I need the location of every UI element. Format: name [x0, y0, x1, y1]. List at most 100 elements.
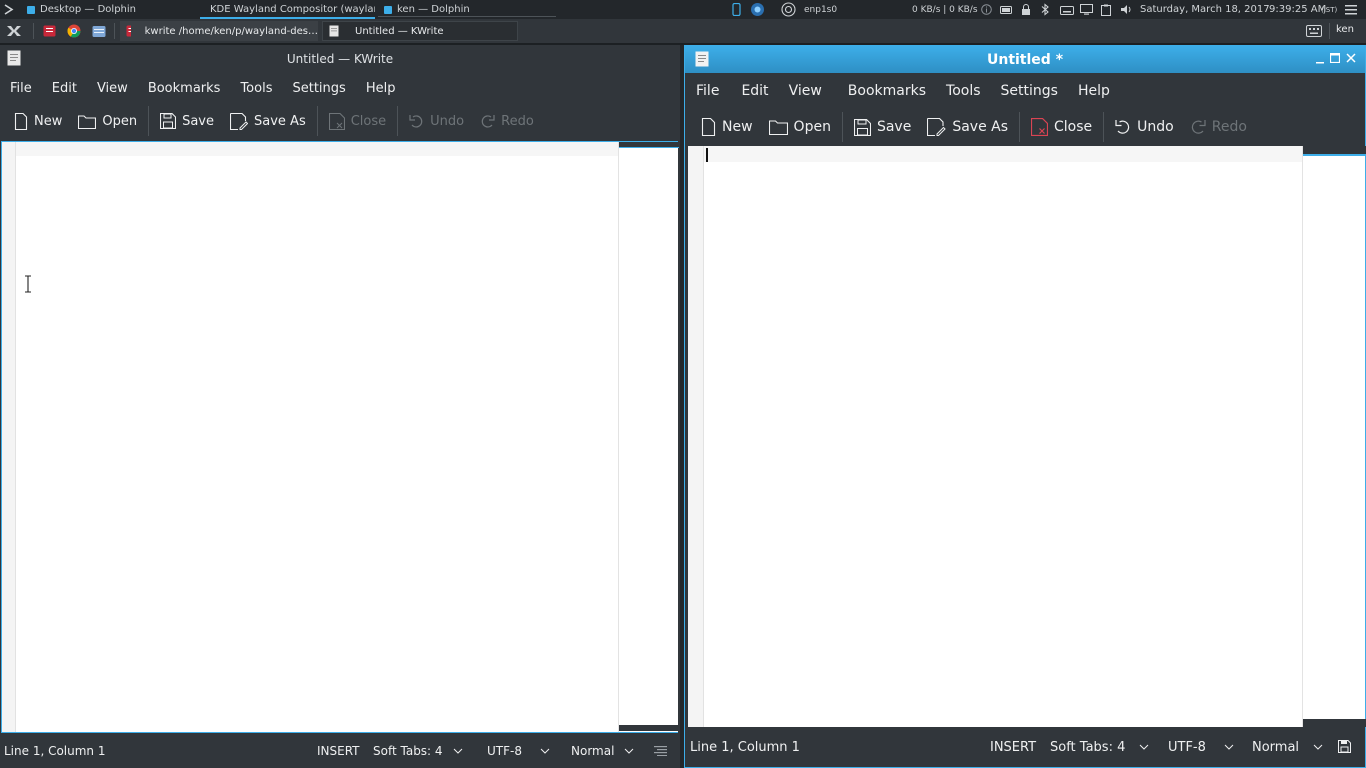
redo-button[interactable]: Redo — [472, 104, 542, 138]
close-window-icon[interactable] — [1346, 53, 1356, 63]
dolphin-icon — [384, 5, 392, 14]
menu-settings[interactable]: Settings — [282, 81, 355, 96]
volume-icon[interactable] — [1120, 0, 1133, 19]
encoding-dropdown[interactable]: UTF-8 — [487, 744, 550, 758]
new-button[interactable]: New — [6, 104, 70, 138]
hamburger-menu-icon[interactable] — [1345, 0, 1357, 19]
taskbar-item-kwrite-terminal[interactable]: kwrite /home/ken/p/wayland-des… — [120, 21, 318, 41]
window-menu-icon[interactable] — [695, 51, 709, 67]
clock-date[interactable]: Saturday, March 18, 2017 — [1140, 0, 1270, 19]
minimap-viewport-marker[interactable] — [619, 142, 679, 148]
chevron-down-icon — [453, 748, 462, 754]
open-button[interactable]: Open — [761, 109, 839, 145]
indentation-dropdown[interactable]: Soft Tabs: 4 — [1050, 740, 1149, 755]
minimap-bottom-marker — [619, 725, 679, 731]
application-launcher-icon[interactable] — [6, 23, 26, 39]
menu-file[interactable]: File — [686, 83, 729, 99]
syntax-mode-dropdown[interactable]: Normal — [1252, 740, 1323, 755]
title-bar-active[interactable]: Untitled * — [685, 46, 1365, 73]
menu-bookmarks[interactable]: Bookmarks — [832, 83, 936, 99]
chevron-down-icon — [625, 748, 634, 754]
save-as-button[interactable]: Save As — [919, 109, 1016, 145]
file-manager-icon[interactable] — [91, 23, 107, 39]
toolbar-separator — [1019, 112, 1021, 142]
menu-settings[interactable]: Settings — [991, 83, 1068, 99]
virtual-keyboard-icon[interactable] — [1306, 23, 1322, 39]
maximize-icon[interactable] — [1330, 53, 1340, 63]
new-document-icon — [14, 112, 28, 130]
chrome-icon[interactable] — [66, 23, 82, 39]
status-bar: Line 1, Column 1 INSERT Soft Tabs: 4 UTF… — [4, 740, 676, 762]
toolbar-separator — [148, 106, 150, 136]
save-as-button[interactable]: Save As — [222, 104, 314, 138]
redo-button[interactable]: Redo — [1182, 109, 1255, 145]
line-number-gutter — [688, 146, 704, 727]
main-toolbar: New Open Save Save As Close Undo Redo — [6, 104, 676, 138]
menu-help[interactable]: Help — [356, 81, 406, 96]
minimize-icon[interactable] — [1315, 54, 1325, 64]
minimap-scrollbar[interactable] — [618, 142, 679, 732]
title-bar[interactable]: Untitled — KWrite — [0, 45, 680, 72]
input-mode[interactable]: INSERT — [990, 740, 1036, 755]
chevron-down-icon — [1313, 744, 1323, 750]
folder-open-icon — [768, 120, 788, 135]
cursor-position[interactable]: Line 1, Column 1 — [690, 740, 800, 755]
browser-tray-icon[interactable] — [750, 0, 765, 19]
text-cursor-icon — [24, 275, 32, 293]
kwrite-launcher-icon[interactable] — [41, 23, 57, 39]
word-wrap-icon[interactable] — [654, 746, 667, 756]
menu-view[interactable]: View — [779, 83, 832, 99]
minimap-bottom-marker — [1303, 719, 1366, 727]
menu-bookmarks[interactable]: Bookmarks — [138, 81, 231, 96]
minimap-viewport-marker[interactable] — [1303, 146, 1366, 156]
save-status-icon[interactable] — [1338, 740, 1351, 753]
new-button[interactable]: New — [693, 109, 761, 145]
menu-file[interactable]: File — [0, 81, 42, 96]
launcher-arrow-icon[interactable] — [3, 4, 15, 15]
menu-edit[interactable]: Edit — [729, 83, 778, 99]
menu-help[interactable]: Help — [1068, 83, 1120, 99]
status-bar: Line 1, Column 1 INSERT Soft Tabs: 4 UTF… — [690, 736, 1362, 758]
text-editor-area[interactable] — [1, 141, 679, 733]
menu-tools[interactable]: Tools — [230, 81, 282, 96]
close-document-icon — [1031, 118, 1049, 136]
close-button[interactable]: Close — [1023, 109, 1100, 145]
menu-view[interactable]: View — [87, 81, 138, 96]
input-mode[interactable]: INSERT — [317, 744, 360, 758]
window-menu-icon[interactable] — [7, 50, 21, 66]
display-icon[interactable] — [1080, 0, 1093, 19]
menu-tools[interactable]: Tools — [936, 83, 991, 99]
syntax-mode-dropdown[interactable]: Normal — [571, 744, 634, 758]
battery-icon[interactable] — [1000, 0, 1013, 19]
user-name[interactable]: ken — [1336, 24, 1354, 35]
current-line-highlight — [16, 142, 618, 156]
save-button[interactable]: Save — [846, 109, 919, 145]
menu-bar: File Edit View Bookmarks Tools Settings … — [686, 80, 1366, 102]
launcher-divider — [33, 23, 34, 39]
text-editor-area[interactable] — [688, 146, 1366, 727]
folder-open-icon — [78, 114, 97, 129]
encoding-dropdown[interactable]: UTF-8 — [1168, 740, 1234, 755]
minimap-scrollbar[interactable] — [1302, 146, 1366, 727]
save-icon — [853, 118, 871, 136]
network-icon[interactable] — [781, 0, 796, 19]
lock-icon[interactable] — [1021, 0, 1031, 19]
indentation-dropdown[interactable]: Soft Tabs: 4 — [373, 744, 463, 758]
undo-button[interactable]: Undo — [401, 104, 472, 138]
menu-edit[interactable]: Edit — [42, 81, 87, 96]
keyboard-icon[interactable] — [1060, 0, 1074, 19]
open-button[interactable]: Open — [70, 104, 145, 138]
taskbar-item-untitled-kwrite[interactable]: Untitled — KWrite — [322, 21, 518, 41]
clock-time[interactable]: 9:39:25 AM — [1269, 0, 1326, 19]
close-button[interactable]: Close — [321, 104, 394, 138]
bluetooth-icon[interactable] — [1040, 0, 1050, 19]
taskbar-item-desktop-dolphin[interactable]: Desktop — Dolphin — [27, 0, 197, 19]
info-icon[interactable] — [981, 0, 992, 19]
undo-button[interactable]: Undo — [1107, 109, 1182, 145]
window-title: Untitled * — [986, 51, 1064, 68]
save-button[interactable]: Save — [152, 104, 222, 138]
cursor-position[interactable]: Line 1, Column 1 — [4, 744, 106, 758]
new-document-icon — [701, 118, 716, 136]
clipboard-icon[interactable] — [1101, 0, 1111, 19]
phone-icon[interactable] — [732, 0, 741, 19]
